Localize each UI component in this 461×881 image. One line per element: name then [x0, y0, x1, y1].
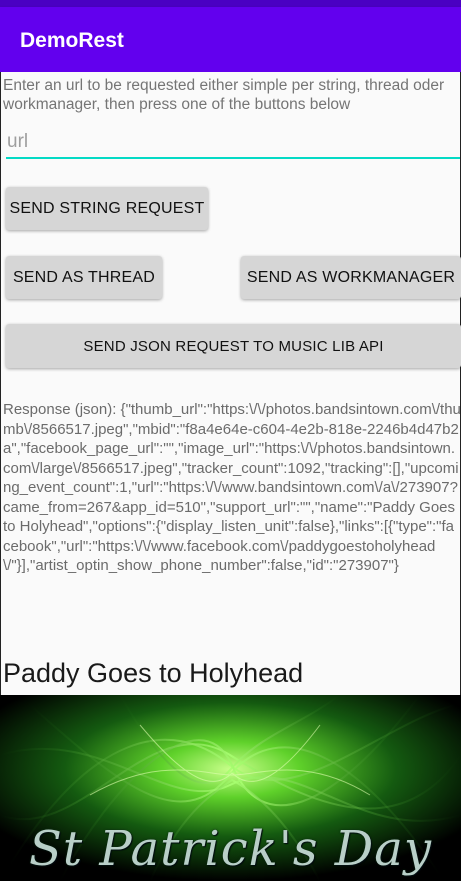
url-input[interactable]: [6, 127, 460, 159]
send-as-thread-button[interactable]: SEND AS THREAD: [6, 256, 162, 299]
app-title: DemoRest: [20, 29, 124, 52]
main-content: Enter an url to be requested either simp…: [0, 72, 461, 695]
artist-name: Paddy Goes to Holyhead: [3, 658, 304, 688]
send-as-workmanager-button[interactable]: SEND AS WORKMANAGER: [241, 256, 461, 299]
send-json-request-button[interactable]: SEND JSON REQUEST TO MUSIC LIB API: [6, 324, 461, 368]
send-string-request-button[interactable]: SEND STRING REQUEST: [6, 187, 208, 230]
image-caption: St Patrick's Day: [28, 821, 433, 877]
response-text: Response (json): {"thumb_url":"https:\/\…: [3, 401, 461, 574]
instructions-text: Enter an url to be requested either simp…: [3, 77, 445, 113]
status-bar: [0, 0, 461, 7]
app-bar: DemoRest: [0, 7, 461, 72]
artist-image: St Patrick's Day: [0, 695, 461, 881]
